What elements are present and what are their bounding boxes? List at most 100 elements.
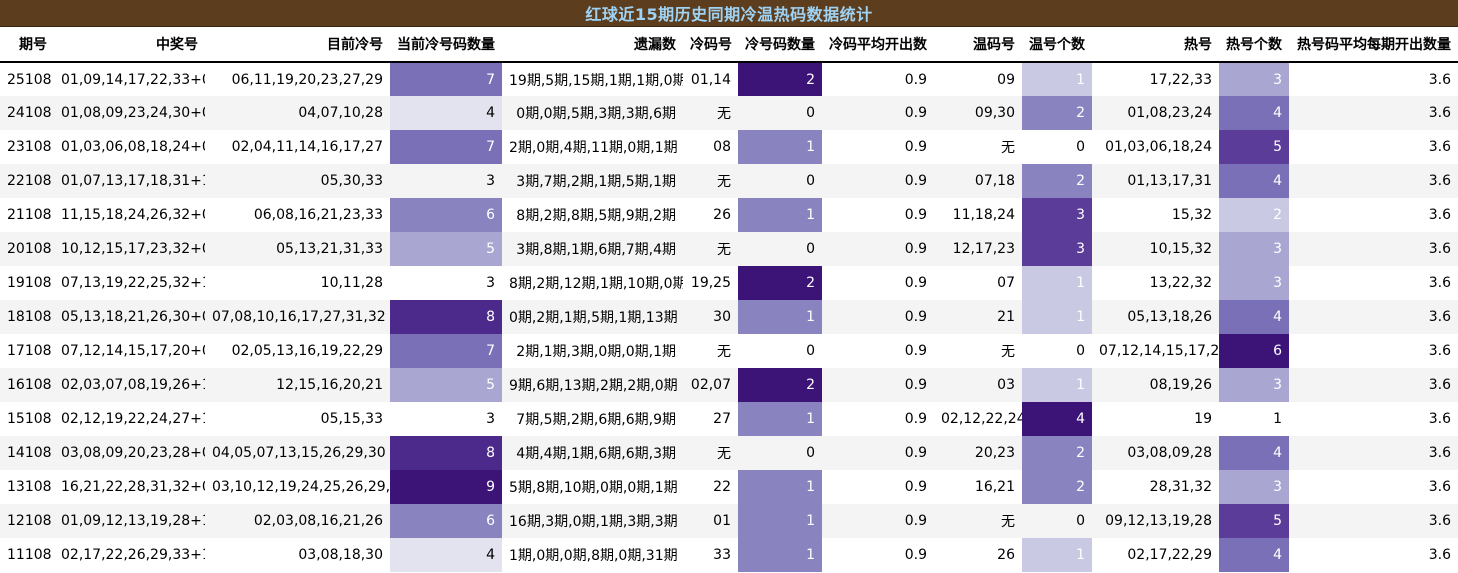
winning-numbers-cell: 16,21,22,28,31,32+05 — [61, 479, 205, 495]
table-row: 16108 02,03,07,08,19,26+16 12,15,16,20,21 5… — [0, 368, 1458, 402]
cold-count-cell: 6 — [390, 198, 502, 232]
hot-count-cell: 4 — [1219, 300, 1289, 334]
table-title-bar: 红球近15期历史同期冷温热码数据统计 — [0, 0, 1458, 27]
warm-count-cell: 3 — [1022, 198, 1092, 232]
hot-count-cell: 3 — [1219, 62, 1289, 96]
issue-cell: 17108 — [7, 343, 52, 359]
col-header[interactable]: 目前冷号 — [205, 27, 390, 63]
col-header[interactable]: 热号个数 — [1219, 27, 1289, 63]
winning-numbers-cell: 07,12,14,15,17,20+01 — [61, 343, 205, 359]
winning-numbers-cell: 01,03,06,08,18,24+09 — [61, 139, 205, 155]
winning-numbers-cell: 01,07,13,17,18,31+15 — [54, 164, 205, 198]
hot-average-cell: 3.6 — [1428, 139, 1451, 155]
issue-cell: 11108 — [7, 547, 52, 563]
table-row: 19108 07,13,19,22,25,32+13 10,11,28 3 8期,2期,… — [0, 266, 1458, 300]
hot-count-cell: 4 — [1219, 538, 1289, 572]
current-cold-cell: 05,30,33 — [205, 164, 390, 198]
col-header[interactable]: 热号 — [1092, 27, 1219, 63]
warm-numbers-cell: 无 — [1001, 140, 1015, 156]
current-cold-cell: 06,08,16,21,23,33 — [253, 207, 383, 223]
current-cold-cell: 02,03,08,16,21,26 — [205, 504, 390, 538]
col-header[interactable]: 中奖号 — [54, 27, 205, 63]
cold-count-cell: 3 — [486, 411, 495, 427]
cold-average-cell: 0.9 — [904, 275, 927, 291]
missing-cell: 3期,8期,1期,6期,7期,4期 — [502, 232, 683, 266]
missing-cell: 2期,0期,4期,11期,0期,1期 — [509, 140, 678, 156]
table-row: 24108 01,08,09,23,24,30+08 04,07,10,28 4 0期,… — [0, 96, 1458, 130]
table-row: 23108 01,03,06,08,18,24+09 02,04,11,14,16,… — [0, 130, 1458, 164]
winning-numbers-cell: 02,12,19,22,24,27+15 — [61, 411, 205, 427]
cold-average-cell: 0.9 — [904, 207, 927, 223]
cold-number-count-cell: 1 — [738, 470, 822, 504]
col-header[interactable]: 冷码号 — [683, 27, 738, 63]
current-cold-cell: 10,11,28 — [320, 275, 383, 291]
table-row: 17108 07,12,14,15,17,20+01 02,05,13,16,19,… — [0, 334, 1458, 368]
cold-count-cell: 7 — [390, 62, 502, 96]
cold-number-count-cell: 0 — [738, 436, 822, 470]
hot-numbers-cell: 28,31,32 — [1149, 479, 1212, 495]
col-header[interactable]: 当前冷号码数量 — [390, 27, 502, 63]
cold-numbers-cell: 无 — [683, 164, 738, 198]
missing-cell: 9期,6期,13期,2期,2期,0期 — [502, 368, 683, 402]
current-cold-cell: 03,08,18,30 — [298, 547, 383, 563]
current-cold-cell: 02,05,13,16,19,22,29 — [231, 343, 383, 359]
cold-numbers-cell: 无 — [683, 96, 738, 130]
missing-cell: 0期,0期,5期,3期,3期,6期 — [502, 96, 683, 130]
cold-numbers-cell: 08 — [713, 139, 731, 155]
warm-numbers-cell: 07,18 — [934, 164, 1022, 198]
warm-count-cell: 2 — [1022, 96, 1092, 130]
hot-count-cell: 5 — [1219, 130, 1289, 164]
col-header[interactable]: 冷号码数量 — [738, 27, 822, 63]
hot-count-cell: 3 — [1219, 470, 1289, 504]
warm-numbers-cell: 09 — [997, 71, 1015, 88]
cold-number-count-cell: 0 — [806, 343, 815, 359]
hot-count-cell: 3 — [1219, 232, 1289, 266]
warm-numbers-cell: 03 — [934, 368, 1022, 402]
stats-table: 期号 中奖号 目前冷号 当前冷号码数量 遗漏数 冷码号 冷号码数量 冷码平均开出… — [0, 27, 1458, 572]
table-row: 14108 03,08,09,20,23,28+02 04,05,07,13,15,… — [0, 436, 1458, 470]
current-cold-cell: 05,15,33 — [320, 411, 383, 427]
cold-numbers-cell: 27 — [713, 411, 731, 427]
hot-average-cell: 3.6 — [1428, 275, 1451, 291]
col-header[interactable]: 温码号 — [934, 27, 1022, 63]
cold-number-count-cell: 1 — [738, 402, 822, 436]
col-header[interactable]: 热号码平均每期开出数量 — [1289, 27, 1458, 63]
missing-cell: 7期,5期,2期,6期,6期,9期 — [516, 412, 676, 428]
warm-count-cell: 0 — [1076, 343, 1085, 359]
cold-count-cell: 3 — [390, 164, 502, 198]
hot-numbers-cell: 01,13,17,31 — [1092, 164, 1219, 198]
issue-cell: 25108 — [7, 71, 52, 88]
hot-count-cell: 6 — [1219, 334, 1289, 368]
col-header[interactable]: 温号个数 — [1022, 27, 1092, 63]
cold-number-count-cell: 2 — [738, 266, 822, 300]
col-header[interactable]: 期号 — [0, 27, 54, 63]
cold-count-cell: 5 — [390, 368, 502, 402]
issue-cell: 21108 — [7, 207, 52, 223]
warm-count-cell: 1 — [1022, 62, 1092, 96]
cold-number-count-cell: 1 — [738, 300, 822, 334]
warm-count-cell: 1 — [1022, 368, 1092, 402]
issue-cell: 14108 — [0, 436, 54, 470]
hot-numbers-cell: 08,19,26 — [1092, 368, 1219, 402]
hot-count-cell: 4 — [1219, 436, 1289, 470]
cold-average-cell: 0.9 — [822, 164, 934, 198]
hot-average-cell: 3.6 — [1428, 207, 1451, 223]
cold-average-cell: 0.9 — [822, 436, 934, 470]
missing-cell: 3期,7期,2期,1期,5期,1期 — [502, 164, 683, 198]
hot-numbers-cell: 19 — [1194, 411, 1212, 427]
col-header[interactable]: 冷码平均开出数 — [822, 27, 934, 63]
missing-cell: 1期,0期,0期,8期,0期,31期 — [509, 548, 678, 564]
hot-count-cell: 3 — [1219, 368, 1289, 402]
cold-average-cell: 0.9 — [904, 139, 927, 155]
current-cold-cell: 03,10,12,19,24,25,26,29,33 — [212, 479, 390, 495]
winning-numbers-cell: 10,12,15,17,23,32+05 — [54, 232, 205, 266]
col-header[interactable]: 遗漏数 — [502, 27, 683, 63]
warm-count-cell: 1 — [1022, 538, 1092, 572]
missing-cell: 2期,1期,3期,0期,0期,1期 — [516, 344, 676, 360]
hot-numbers-cell: 01,03,06,18,24 — [1105, 139, 1212, 155]
hot-average-cell: 3.6 — [1428, 479, 1451, 495]
issue-cell: 16108 — [0, 368, 54, 402]
issue-cell: 12108 — [0, 504, 54, 538]
hot-count-cell: 4 — [1219, 164, 1289, 198]
cold-numbers-cell: 无 — [683, 232, 738, 266]
